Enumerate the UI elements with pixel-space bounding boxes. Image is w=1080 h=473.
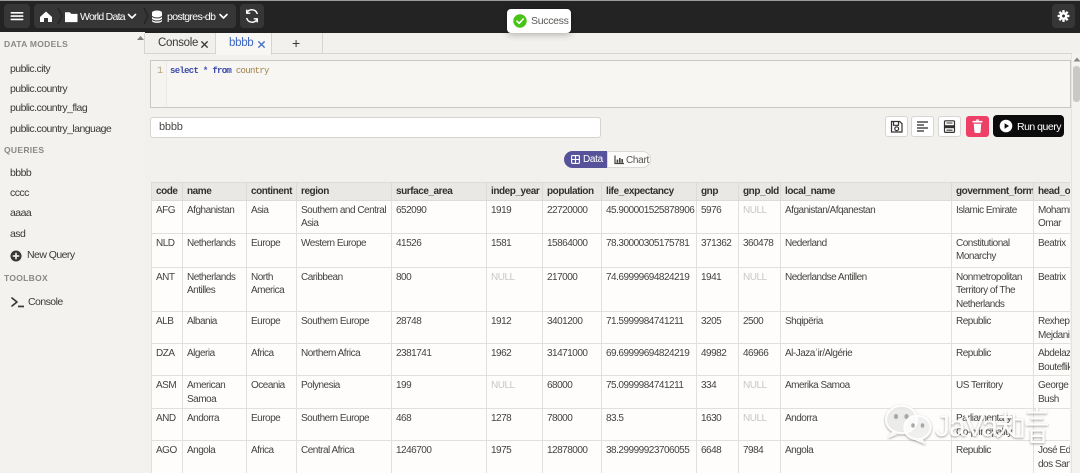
svg-text:postgres-db: postgres-db	[167, 11, 216, 23]
svg-text:World Data: World Data	[80, 11, 126, 23]
svg-text:JaVa: JaVa	[935, 410, 998, 443]
